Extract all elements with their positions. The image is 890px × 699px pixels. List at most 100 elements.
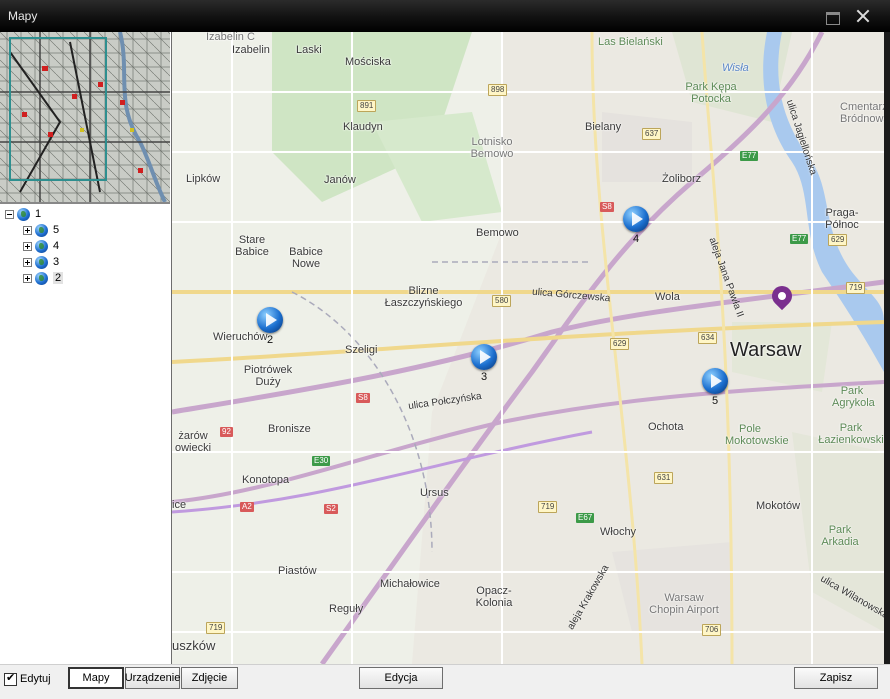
place-label: Warsaw Chopin Airport — [649, 592, 719, 616]
place-label: Mokotów — [756, 500, 801, 512]
tree-node-label: 5 — [53, 224, 60, 236]
road-shield: 631 — [654, 472, 674, 484]
place-label: Izabelin C — [206, 32, 255, 43]
place-label: Laski — [296, 44, 322, 56]
place-label: Michałowice — [380, 578, 440, 590]
device-number: 2 — [266, 334, 274, 346]
place-label: Ochota — [648, 421, 684, 433]
road-shield: 92 — [220, 427, 233, 437]
device-number: 5 — [711, 395, 719, 407]
device-pin-icon — [257, 307, 283, 333]
road-shield: 898 — [488, 84, 508, 96]
place-label: Izabelin — [232, 44, 270, 56]
place-label: Piastów — [278, 565, 317, 577]
tab-maps[interactable]: Mapy — [68, 667, 124, 689]
place-label: Pole Mokotowskie — [725, 423, 789, 447]
place-label: Lotnisko Bemowo — [470, 136, 514, 160]
device-pin-icon — [702, 368, 728, 394]
device-pin-icon — [623, 206, 649, 232]
place-label: Włochy — [600, 526, 637, 538]
tree-node-3[interactable]: 3 — [23, 254, 59, 270]
place-label: Cmentarz Bródnowski — [840, 101, 884, 125]
place-label: Opacz-Kolonia — [475, 585, 513, 609]
left-panel: 1 5 4 3 2 — [0, 31, 172, 664]
place-label: Park Arkadia — [821, 524, 859, 548]
device-marker-4[interactable]: 4 — [621, 206, 651, 245]
device-marker-2[interactable]: 2 — [255, 307, 285, 346]
title-bar: Mapy — [0, 0, 890, 32]
device-pin-icon — [471, 344, 497, 370]
place-label: Park Łazienkowski — [818, 422, 884, 446]
river-label: Wisła — [722, 62, 749, 74]
tab-devices[interactable]: Urządzenie — [125, 667, 180, 689]
place-label: żarów owiecki — [174, 430, 212, 454]
place-label: Klaudyn — [343, 121, 383, 133]
device-marker-5[interactable]: 5 — [700, 368, 730, 407]
road-shield: E77 — [790, 234, 809, 244]
road-shield: S8 — [600, 202, 614, 212]
place-label: Bronisze — [268, 423, 311, 435]
tree-node-5[interactable]: 5 — [23, 222, 59, 238]
road-shield: S2 — [324, 504, 338, 514]
place-label: Wola — [655, 291, 680, 303]
expand-icon[interactable] — [23, 273, 32, 283]
tree-node-label: 1 — [35, 208, 42, 220]
tree-node-label: 2 — [53, 272, 64, 284]
expand-icon[interactable] — [23, 225, 32, 235]
road-shield: S8 — [356, 393, 370, 403]
restore-icon[interactable] — [822, 6, 844, 26]
tree-node-4[interactable]: 4 — [23, 238, 59, 254]
edit-button[interactable]: Edycja — [359, 667, 443, 689]
globe-icon — [17, 207, 30, 221]
map-view[interactable]: Izabelin C Izabelin Laski Mościska Klaud… — [172, 32, 884, 664]
place-label: Bielany — [585, 121, 622, 133]
city-label: Warsaw — [730, 339, 802, 361]
expand-icon[interactable] — [23, 257, 32, 267]
place-label: Lipków — [186, 173, 221, 185]
device-tree: 1 5 4 3 2 — [0, 204, 170, 664]
place-label: Babice Nowe — [289, 246, 323, 270]
place-label: Ursus — [420, 487, 449, 499]
place-label: Praga-Północ — [825, 207, 859, 231]
tree-node-root[interactable]: 1 — [5, 206, 41, 222]
device-number: 4 — [632, 233, 640, 245]
road-shield: 706 — [702, 624, 722, 636]
place-label: Park Agrykola — [832, 385, 875, 409]
tab-photos[interactable]: Zdjęcie — [181, 667, 238, 689]
tree-node-2[interactable]: 2 — [23, 270, 64, 286]
road-shield: E30 — [312, 456, 331, 466]
road-shield: 580 — [492, 295, 512, 307]
place-label: Bemowo — [476, 227, 519, 239]
road-shield: 629 — [828, 234, 848, 246]
road-shield: E77 — [740, 151, 759, 161]
place-label: Park Kępa Potocka — [685, 81, 737, 105]
window-right-edge — [884, 32, 890, 664]
place-label: Blizne Łaszczyńskiego — [384, 285, 463, 309]
overview-minimap[interactable] — [0, 31, 170, 204]
tree-node-label: 4 — [53, 240, 60, 252]
place-label: uszków — [172, 638, 216, 653]
edit-checkbox[interactable] — [4, 671, 17, 686]
road-shield: A2 — [240, 502, 254, 512]
globe-icon — [35, 255, 48, 269]
road-shield: 634 — [698, 332, 718, 344]
place-label: Mościska — [345, 56, 391, 68]
expand-icon[interactable] — [23, 241, 32, 251]
road-shield: 719 — [538, 501, 558, 513]
road-shield: 719 — [206, 622, 226, 634]
save-button[interactable]: Zapisz — [794, 667, 878, 689]
place-label: Piotrówek Duży — [243, 364, 293, 388]
place-label: Konotopa — [242, 474, 290, 486]
collapse-icon[interactable] — [5, 209, 14, 219]
globe-icon — [35, 239, 48, 253]
place-label: Szeligi — [345, 344, 378, 356]
tree-node-label: 3 — [53, 256, 60, 268]
minimap-image — [0, 31, 170, 203]
close-icon[interactable] — [852, 6, 874, 26]
road-shield: 637 — [642, 128, 662, 140]
place-label: Janów — [324, 174, 356, 186]
window-title: Mapy — [8, 9, 38, 23]
device-number: 3 — [480, 371, 488, 383]
road-shield: 891 — [357, 100, 377, 112]
device-marker-3[interactable]: 3 — [469, 344, 499, 383]
